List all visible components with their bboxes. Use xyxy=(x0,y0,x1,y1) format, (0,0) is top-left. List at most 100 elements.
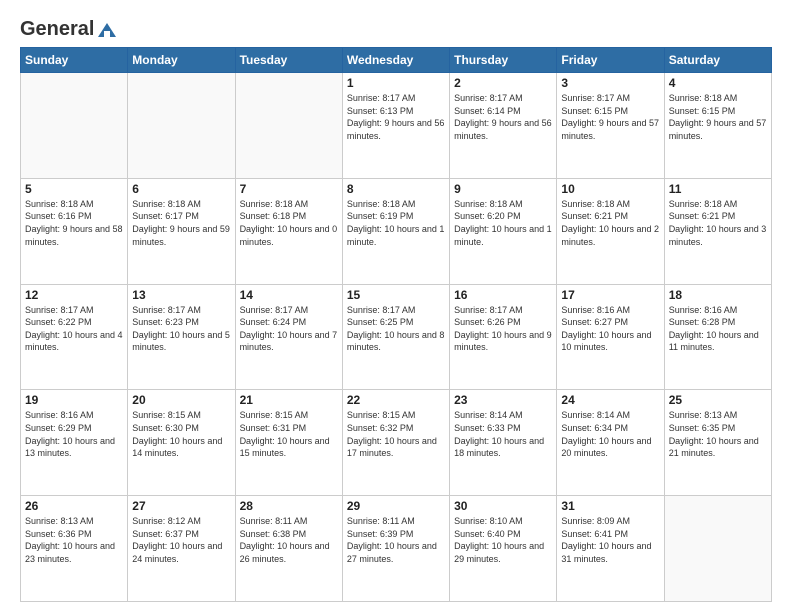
day-number: 17 xyxy=(561,288,659,302)
day-info: Sunrise: 8:09 AM Sunset: 6:41 PM Dayligh… xyxy=(561,515,659,565)
calendar-cell: 31 Sunrise: 8:09 AM Sunset: 6:41 PM Dayli… xyxy=(557,496,664,602)
day-number: 27 xyxy=(132,499,230,513)
day-info: Sunrise: 8:17 AM Sunset: 6:14 PM Dayligh… xyxy=(454,92,552,142)
day-number: 28 xyxy=(240,499,338,513)
calendar-cell: 5Sunrise: 8:18 AM Sunset: 6:16 PM Daylig… xyxy=(21,178,128,284)
day-number: 20 xyxy=(132,393,230,407)
day-header-sunday: Sunday xyxy=(21,48,128,73)
day-number: 6 xyxy=(132,182,230,196)
day-number: 22 xyxy=(347,393,445,407)
day-info: Sunrise: 8:18 AM Sunset: 6:17 PM Dayligh… xyxy=(132,198,230,248)
day-number: 23 xyxy=(454,393,552,407)
calendar-cell xyxy=(21,73,128,179)
day-header-wednesday: Wednesday xyxy=(342,48,449,73)
day-number: 31 xyxy=(561,499,659,513)
calendar-cell: 8 Sunrise: 8:18 AM Sunset: 6:19 PM Daylig… xyxy=(342,178,449,284)
day-info: Sunrise: 8:16 AM Sunset: 6:29 PM Dayligh… xyxy=(25,409,123,459)
day-number: 14 xyxy=(240,288,338,302)
day-info: Sunrise: 8:14 AM Sunset: 6:34 PM Dayligh… xyxy=(561,409,659,459)
day-number: 19 xyxy=(25,393,123,407)
day-info: Sunrise: 8:17 AM Sunset: 6:13 PM Dayligh… xyxy=(347,92,445,142)
day-info: Sunrise: 8:17 AM Sunset: 6:24 PM Dayligh… xyxy=(240,304,338,354)
day-info: Sunrise: 8:11 AM Sunset: 6:39 PM Dayligh… xyxy=(347,515,445,565)
day-header-tuesday: Tuesday xyxy=(235,48,342,73)
day-info: Sunrise: 8:14 AM Sunset: 6:33 PM Dayligh… xyxy=(454,409,552,459)
calendar-cell: 10 Sunrise: 8:18 AM Sunset: 6:21 PM Dayli… xyxy=(557,178,664,284)
day-info: Sunrise: 8:18 AM Sunset: 6:16 PM Dayligh… xyxy=(25,198,123,248)
day-number: 13 xyxy=(132,288,230,302)
calendar-cell: 16 Sunrise: 8:17 AM Sunset: 6:26 PM Dayli… xyxy=(450,284,557,390)
day-number: 15 xyxy=(347,288,445,302)
calendar-cell: 6 Sunrise: 8:18 AM Sunset: 6:17 PM Daylig… xyxy=(128,178,235,284)
calendar-cell: 4 Sunrise: 8:18 AM Sunset: 6:15 PM Daylig… xyxy=(664,73,771,179)
calendar-cell: 2 Sunrise: 8:17 AM Sunset: 6:14 PM Daylig… xyxy=(450,73,557,179)
day-info: Sunrise: 8:15 AM Sunset: 6:32 PM Dayligh… xyxy=(347,409,445,459)
calendar-cell: 3 Sunrise: 8:17 AM Sunset: 6:15 PM Daylig… xyxy=(557,73,664,179)
page-header: General xyxy=(20,18,772,37)
day-info: Sunrise: 8:16 AM Sunset: 6:27 PM Dayligh… xyxy=(561,304,659,354)
day-number: 30 xyxy=(454,499,552,513)
day-number: 16 xyxy=(454,288,552,302)
calendar-cell: 14 Sunrise: 8:17 AM Sunset: 6:24 PM Dayli… xyxy=(235,284,342,390)
calendar-cell: 23 Sunrise: 8:14 AM Sunset: 6:33 PM Dayli… xyxy=(450,390,557,496)
calendar-cell: 13Sunrise: 8:17 AM Sunset: 6:23 PM Dayli… xyxy=(128,284,235,390)
day-number: 21 xyxy=(240,393,338,407)
day-info: Sunrise: 8:12 AM Sunset: 6:37 PM Dayligh… xyxy=(132,515,230,565)
day-number: 4 xyxy=(669,76,767,90)
calendar-cell: 11 Sunrise: 8:18 AM Sunset: 6:21 PM Dayli… xyxy=(664,178,771,284)
day-info: Sunrise: 8:17 AM Sunset: 6:25 PM Dayligh… xyxy=(347,304,445,354)
day-info: Sunrise: 8:13 AM Sunset: 6:35 PM Dayligh… xyxy=(669,409,767,459)
calendar-cell: 21 Sunrise: 8:15 AM Sunset: 6:31 PM Dayli… xyxy=(235,390,342,496)
calendar-cell: 19 Sunrise: 8:16 AM Sunset: 6:29 PM Dayli… xyxy=(21,390,128,496)
calendar-table: SundayMondayTuesdayWednesdayThursdayFrid… xyxy=(20,47,772,602)
day-number: 11 xyxy=(669,182,767,196)
day-info: Sunrise: 8:18 AM Sunset: 6:18 PM Dayligh… xyxy=(240,198,338,248)
calendar-cell: 12 Sunrise: 8:17 AM Sunset: 6:22 PM Dayli… xyxy=(21,284,128,390)
calendar-cell: 29 Sunrise: 8:11 AM Sunset: 6:39 PM Dayli… xyxy=(342,496,449,602)
day-info: Sunrise: 8:18 AM Sunset: 6:15 PM Dayligh… xyxy=(669,92,767,142)
day-number: 10 xyxy=(561,182,659,196)
day-number: 1 xyxy=(347,76,445,90)
calendar-cell: 9Sunrise: 8:18 AM Sunset: 6:20 PM Daylig… xyxy=(450,178,557,284)
day-number: 25 xyxy=(669,393,767,407)
day-number: 26 xyxy=(25,499,123,513)
day-info: Sunrise: 8:17 AM Sunset: 6:15 PM Dayligh… xyxy=(561,92,659,142)
calendar-cell: 27 Sunrise: 8:12 AM Sunset: 6:37 PM Dayli… xyxy=(128,496,235,602)
calendar-cell: 18Sunrise: 8:16 AM Sunset: 6:28 PM Dayli… xyxy=(664,284,771,390)
logo: General xyxy=(20,18,118,37)
day-info: Sunrise: 8:13 AM Sunset: 6:36 PM Dayligh… xyxy=(25,515,123,565)
day-info: Sunrise: 8:18 AM Sunset: 6:21 PM Dayligh… xyxy=(561,198,659,248)
day-number: 2 xyxy=(454,76,552,90)
calendar-cell: 24 Sunrise: 8:14 AM Sunset: 6:34 PM Dayli… xyxy=(557,390,664,496)
calendar-cell: 22 Sunrise: 8:15 AM Sunset: 6:32 PM Dayli… xyxy=(342,390,449,496)
calendar-cell: 20Sunrise: 8:15 AM Sunset: 6:30 PM Dayli… xyxy=(128,390,235,496)
day-info: Sunrise: 8:18 AM Sunset: 6:19 PM Dayligh… xyxy=(347,198,445,248)
day-info: Sunrise: 8:15 AM Sunset: 6:31 PM Dayligh… xyxy=(240,409,338,459)
calendar-cell: 15 Sunrise: 8:17 AM Sunset: 6:25 PM Dayli… xyxy=(342,284,449,390)
calendar-cell: 30Sunrise: 8:10 AM Sunset: 6:40 PM Dayli… xyxy=(450,496,557,602)
day-header-monday: Monday xyxy=(128,48,235,73)
day-number: 8 xyxy=(347,182,445,196)
day-info: Sunrise: 8:18 AM Sunset: 6:21 PM Dayligh… xyxy=(669,198,767,248)
calendar-cell: 17 Sunrise: 8:16 AM Sunset: 6:27 PM Dayli… xyxy=(557,284,664,390)
day-number: 7 xyxy=(240,182,338,196)
calendar-cell xyxy=(128,73,235,179)
day-info: Sunrise: 8:17 AM Sunset: 6:26 PM Dayligh… xyxy=(454,304,552,354)
day-number: 29 xyxy=(347,499,445,513)
day-number: 12 xyxy=(25,288,123,302)
day-info: Sunrise: 8:17 AM Sunset: 6:22 PM Dayligh… xyxy=(25,304,123,354)
calendar-cell: 25 Sunrise: 8:13 AM Sunset: 6:35 PM Dayli… xyxy=(664,390,771,496)
logo-icon xyxy=(96,19,118,41)
calendar-cell: 28Sunrise: 8:11 AM Sunset: 6:38 PM Dayli… xyxy=(235,496,342,602)
logo-general: General xyxy=(20,18,94,41)
calendar-cell: 26 Sunrise: 8:13 AM Sunset: 6:36 PM Dayli… xyxy=(21,496,128,602)
day-number: 3 xyxy=(561,76,659,90)
day-header-friday: Friday xyxy=(557,48,664,73)
day-header-saturday: Saturday xyxy=(664,48,771,73)
calendar-cell: 7 Sunrise: 8:18 AM Sunset: 6:18 PM Daylig… xyxy=(235,178,342,284)
day-number: 18 xyxy=(669,288,767,302)
day-header-thursday: Thursday xyxy=(450,48,557,73)
day-info: Sunrise: 8:18 AM Sunset: 6:20 PM Dayligh… xyxy=(454,198,552,248)
calendar-cell xyxy=(664,496,771,602)
day-number: 24 xyxy=(561,393,659,407)
